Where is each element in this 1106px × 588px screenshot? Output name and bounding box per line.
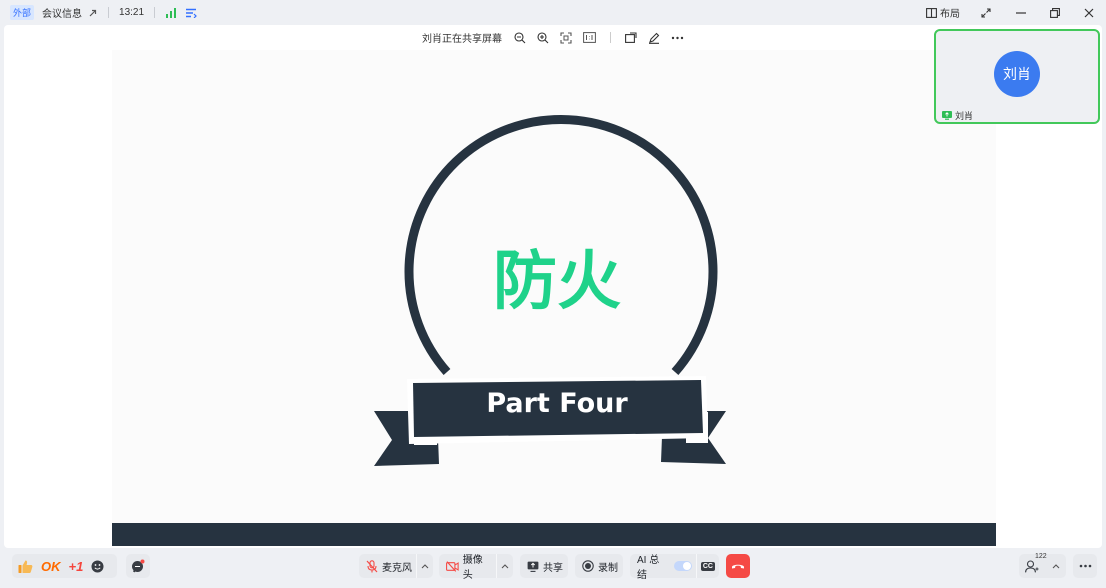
hang-up-icon [732,564,744,569]
mic-toggle-button[interactable]: 麦克风 [359,554,416,578]
participant-name-tag: 刘肖 [942,109,973,122]
signal-strength-icon[interactable] [165,7,177,18]
plus-one-reaction[interactable]: +1 [65,554,88,578]
emoji-button[interactable] [87,554,108,578]
participant-tile[interactable]: 刘肖 刘肖 [934,29,1100,124]
participants-button[interactable]: 122 [1019,553,1047,578]
leave-meeting-button[interactable] [726,554,750,578]
captions-button[interactable]: CC [697,554,719,578]
participants-control: 122 [1019,553,1066,578]
record-label: 录制 [598,562,618,574]
fit-screen-icon [560,31,572,44]
ai-summary-control: AI 总结 CC [630,554,719,581]
close-button[interactable] [1072,0,1106,25]
picture-in-picture-button[interactable] [625,32,637,43]
fullscreen-button[interactable] [974,0,998,25]
share-button[interactable]: 共享 [520,554,568,578]
avatar: 刘肖 [994,51,1040,97]
shared-slide: 防火 Part Four [112,50,996,546]
zoom-out-button[interactable] [514,31,526,44]
restore-icon [1050,7,1060,18]
reactions-group: OK +1 [12,554,117,578]
meeting-info-label: 会议信息 [42,9,83,20]
mic-control: 麦克风 [359,554,433,578]
chevron-up-icon [501,564,509,569]
ok-reaction[interactable]: OK [37,554,65,578]
more-icon [1079,564,1091,568]
record-icon [582,560,594,572]
minimize-button[interactable] [1004,0,1038,25]
title-bar: 外部 会议信息 13:21 布局 [0,0,1106,25]
slide-subtitle: Part Four [486,388,628,419]
switch-knob [682,562,691,570]
picture-in-picture-icon [625,32,637,43]
camera-options-button[interactable] [497,554,513,578]
close-icon [1084,8,1094,17]
mic-options-button[interactable] [417,554,433,578]
participant-name: 刘肖 [955,111,974,121]
mic-muted-icon [366,559,378,572]
zoom-in-icon [537,31,549,43]
zoom-out-icon [514,31,526,43]
share-status-text: 刘肖正在共享屏幕 [422,34,502,45]
expand-icon [981,7,991,18]
layout-button[interactable]: 布局 [926,5,960,20]
participants-count: 122 [1035,553,1047,560]
separator [108,7,110,18]
meeting-notes-icon[interactable] [185,8,197,18]
captions-icon: CC [700,561,715,571]
original-size-button[interactable] [583,32,596,43]
record-button[interactable]: 录制 [575,554,623,578]
ai-summary-switch[interactable] [674,561,692,571]
thumbs-up-icon [18,560,33,573]
more-share-options-button[interactable] [671,36,684,40]
participants-icon [1025,559,1039,572]
camera-toggle-button[interactable]: 摄像头 [439,554,496,581]
mic-label: 麦克风 [382,562,412,574]
more-button[interactable] [1073,554,1097,578]
chevron-up-icon [1052,564,1060,569]
separator [610,32,611,43]
fit-screen-button[interactable] [560,31,572,44]
meeting-info-button[interactable]: 会议信息 [42,5,98,20]
share-link-icon [89,9,97,16]
layout-icon [926,7,937,18]
restore-button[interactable] [1038,0,1072,25]
original-size-icon [583,32,596,43]
thumbs-up-reaction[interactable] [12,554,37,578]
meeting-time: 13:21 [119,7,145,18]
chevron-up-icon [421,564,429,569]
ai-summary-toggle[interactable]: AI 总结 [630,554,696,581]
slide-bottom-band [112,523,996,546]
share-label: 共享 [543,562,563,574]
ai-summary-label: AI 总结 [637,555,660,581]
separator [154,7,156,18]
pen-icon [649,32,660,44]
external-tag: 外部 [10,5,35,20]
chat-button[interactable] [126,554,150,578]
chat-icon [132,559,145,573]
zoom-in-button[interactable] [537,31,549,44]
screen-share-icon [527,561,539,572]
annotate-button[interactable] [648,32,660,44]
more-icon [671,36,684,39]
minimize-icon [1016,11,1026,14]
camera-control: 摄像头 [439,554,513,581]
meeting-toolbar: OK +1 麦克风 摄像头 共享 录制 AI 总结 CC 122 [0,548,1106,588]
emoji-icon [91,560,104,572]
window-controls: 布局 [918,0,1106,25]
camera-off-icon [446,560,459,572]
layout-label: 布局 [940,9,960,20]
camera-label: 摄像头 [462,555,483,581]
slide-title: 防火 [493,245,621,319]
screen-share-icon [942,111,952,120]
